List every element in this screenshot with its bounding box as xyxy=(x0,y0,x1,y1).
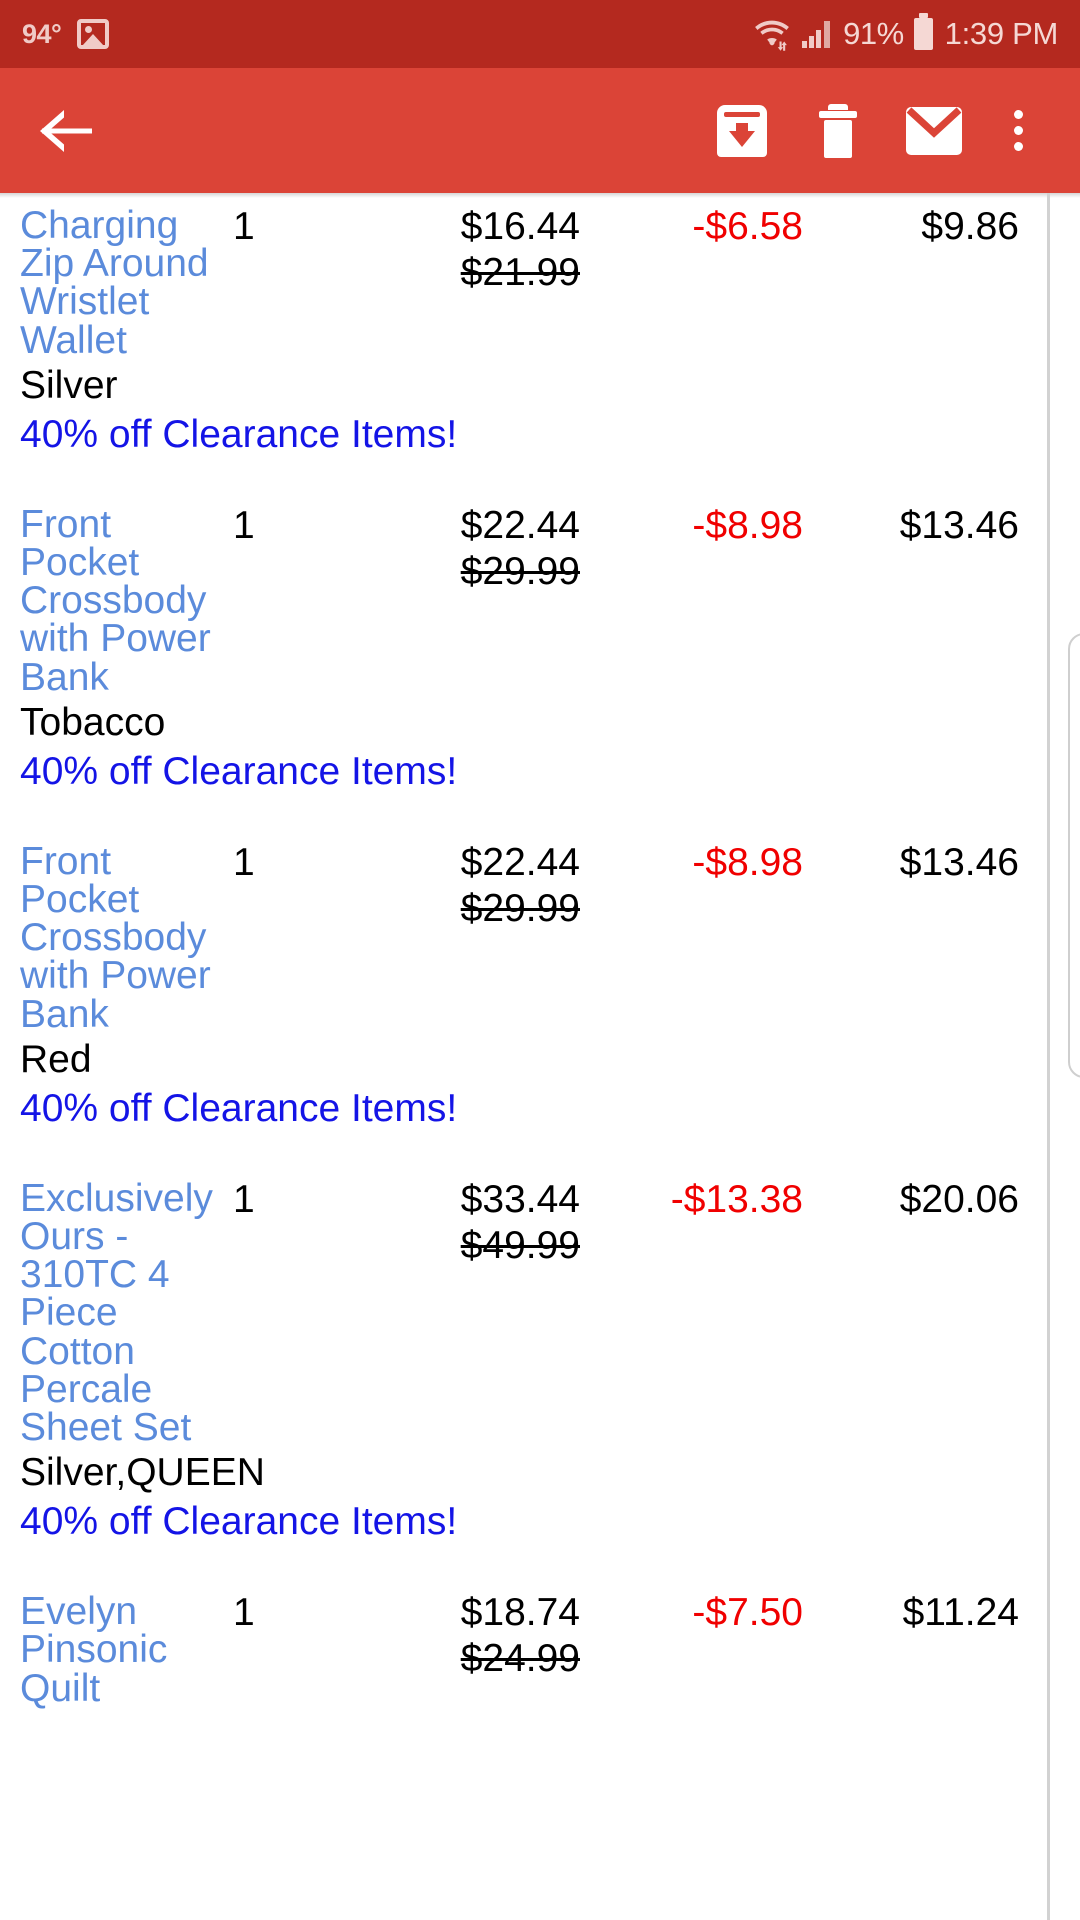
product-name-line: Zip Around xyxy=(20,242,209,286)
quantity-value: 1 xyxy=(233,205,255,248)
line-total-value: $9.86 xyxy=(921,205,1019,248)
price-cell: $16.44 $21.99 xyxy=(375,195,590,292)
product-name-line: Ours - xyxy=(20,1214,129,1258)
temperature-indicator: 94° xyxy=(22,18,62,49)
product-name-line: Crossbody xyxy=(20,579,207,623)
product-name-line: Percale xyxy=(20,1367,153,1411)
order-item-grid: Exclusively Ours -310TC 4 Piece Cotton Perca… xyxy=(0,1168,1080,1448)
order-item-grid: Front Pocket Crossbody with Power Bank 1 $22.4… xyxy=(0,831,1080,1034)
product-variant-label: Red xyxy=(20,1037,92,1081)
discount-value: -$8.98 xyxy=(692,840,803,884)
overflow-dot xyxy=(1013,142,1023,151)
order-item-row: Evelyn Pinsonic Quilt 1 $18.74 $24.99 -$7.50 $1… xyxy=(0,1581,1080,1746)
price-cell: $18.74 $24.99 xyxy=(375,1581,590,1678)
product-name-line: Sheet Set xyxy=(20,1406,192,1449)
product-name-line: Front xyxy=(20,839,112,883)
product-name-line: Charging xyxy=(20,204,179,247)
sale-price-value: $33.44 xyxy=(460,1177,580,1221)
app-bar xyxy=(0,68,1080,193)
sale-price-value: $18.74 xyxy=(460,1591,580,1635)
product-name-link[interactable]: Front Pocket Crossbody with Power Bank xyxy=(0,831,225,1034)
status-bar-right: 91% 1:39 PM xyxy=(753,13,1059,52)
promo-label: 40% off Clearance Items! xyxy=(20,1086,458,1130)
product-name-line: with Power xyxy=(20,617,211,661)
product-name-line: Evelyn xyxy=(20,1590,138,1634)
line-total-value: $20.06 xyxy=(899,1177,1019,1221)
product-name-line: Pocket xyxy=(20,877,140,921)
product-name-line: Cotton xyxy=(20,1329,135,1373)
status-bar: 94° 91% 1:39 PM xyxy=(0,0,1080,68)
back-button[interactable] xyxy=(38,100,100,162)
promo-label: 40% off Clearance Items! xyxy=(20,412,458,456)
discount-value: -$13.38 xyxy=(670,1177,803,1221)
product-name-line: Front xyxy=(20,502,112,546)
email-body-scroll-area[interactable]: Charging Zip Around Wristlet Wallet 1 $16.44 $… xyxy=(0,193,1080,1920)
product-name-link[interactable]: Charging Zip Around Wristlet Wallet xyxy=(0,195,225,360)
clock-label: 1:39 PM xyxy=(944,16,1059,51)
overflow-dot xyxy=(1013,126,1023,135)
product-name-line: Bank xyxy=(20,655,109,699)
quantity-value: 1 xyxy=(233,1177,255,1221)
price-cell: $22.44 $29.99 xyxy=(375,831,590,928)
order-item-row: Front Pocket Crossbody with Power Bank 1 $22.4… xyxy=(0,831,1080,1168)
discount-value: -$8.98 xyxy=(692,503,803,547)
product-name-line: Piece xyxy=(20,1291,118,1335)
product-variant-label: Silver,QUEEN xyxy=(20,1451,265,1495)
photo-icon xyxy=(77,19,110,49)
order-item-grid: Charging Zip Around Wristlet Wallet 1 $16.44 $… xyxy=(0,195,1080,360)
product-name-line: Crossbody xyxy=(20,916,207,960)
product-name-link[interactable]: Evelyn Pinsonic Quilt xyxy=(0,1581,225,1708)
original-price-value: $29.99 xyxy=(460,549,580,593)
product-variant-label: Tobacco xyxy=(20,700,166,744)
sale-price-value: $16.44 xyxy=(460,205,580,248)
product-variant-label: Silver xyxy=(20,363,118,407)
original-price-value: $49.99 xyxy=(460,1223,580,1267)
overflow-dot xyxy=(1013,110,1023,119)
original-price-value: $29.99 xyxy=(460,886,580,930)
product-name-line: 310TC 4 xyxy=(20,1253,170,1297)
product-name-line: Bank xyxy=(20,992,109,1036)
price-cell: $33.44 $49.99 xyxy=(375,1168,590,1265)
discount-value: -$6.58 xyxy=(692,205,803,248)
original-price-value: $21.99 xyxy=(460,251,580,294)
order-items-table: Charging Zip Around Wristlet Wallet 1 $16.44 $… xyxy=(0,193,1080,1746)
sale-price-value: $22.44 xyxy=(460,503,580,547)
line-total-value: $13.46 xyxy=(899,840,1019,884)
order-item-row: Exclusively Ours -310TC 4 Piece Cotton Perca… xyxy=(0,1168,1080,1581)
quantity-value: 1 xyxy=(233,503,255,547)
discount-value: -$7.50 xyxy=(692,1591,803,1635)
product-name-line: Wristlet xyxy=(20,280,150,324)
line-total-value: $11.24 xyxy=(902,1591,1019,1635)
original-price-value: $24.99 xyxy=(460,1637,580,1681)
product-name-line: Pocket xyxy=(20,540,140,584)
cellular-signal-icon xyxy=(801,19,833,49)
delete-button[interactable] xyxy=(790,83,886,179)
sale-price-value: $22.44 xyxy=(460,840,580,884)
product-name-line: with Power xyxy=(20,954,211,998)
promo-label: 40% off Clearance Items! xyxy=(20,749,458,793)
battery-percent-label: 91% xyxy=(843,16,904,51)
promo-label: 40% off Clearance Items! xyxy=(20,1500,458,1544)
quantity-value: 1 xyxy=(233,840,255,884)
order-item-row: Front Pocket Crossbody with Power Bank 1 $22.4… xyxy=(0,494,1080,831)
quantity-value: 1 xyxy=(233,1591,255,1635)
product-name-line: Exclusively xyxy=(20,1176,213,1220)
price-cell: $22.44 $29.99 xyxy=(375,494,590,591)
status-bar-left: 94° xyxy=(22,18,110,50)
order-item-row: Charging Zip Around Wristlet Wallet 1 $16.44 $… xyxy=(0,195,1080,494)
wifi-icon xyxy=(753,17,791,51)
archive-button[interactable] xyxy=(694,83,790,179)
order-item-grid: Front Pocket Crossbody with Power Bank 1 $22.4… xyxy=(0,494,1080,697)
line-total-value: $13.46 xyxy=(899,503,1019,547)
product-name-link[interactable]: Exclusively Ours -310TC 4 Piece Cotton Perca… xyxy=(0,1168,225,1448)
battery-icon xyxy=(913,13,933,50)
product-name-line: Pinsonic xyxy=(20,1628,168,1672)
overflow-menu-button[interactable] xyxy=(982,83,1054,179)
product-name-link[interactable]: Front Pocket Crossbody with Power Bank xyxy=(0,494,225,697)
product-name-line: Quilt xyxy=(20,1666,101,1710)
mark-unread-button[interactable] xyxy=(886,83,982,179)
product-name-line: Wallet xyxy=(20,318,127,362)
order-item-grid: Evelyn Pinsonic Quilt 1 $18.74 $24.99 -$7.50 $1… xyxy=(0,1581,1080,1708)
